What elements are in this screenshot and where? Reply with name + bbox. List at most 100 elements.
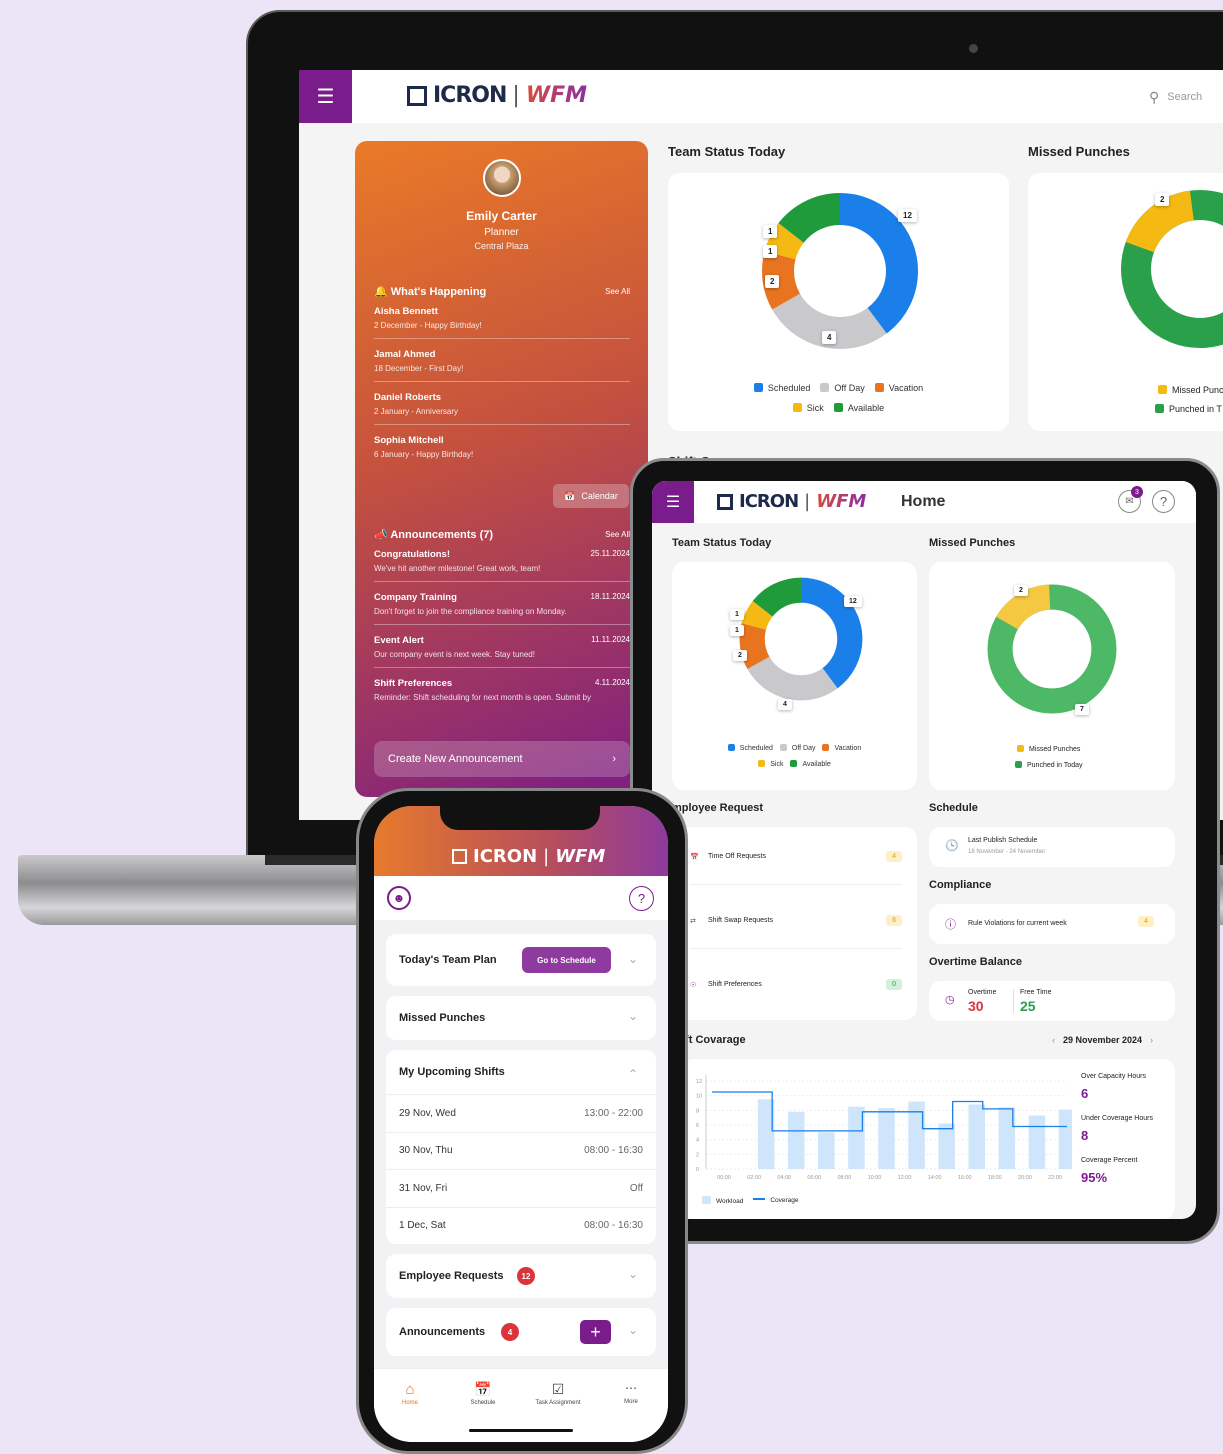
menu-icon[interactable]: ☰ — [299, 70, 352, 123]
compliance-card[interactable]: ⓘ Rule Violations for current week 4 — [929, 904, 1175, 944]
rule-violations-count: 4 — [1138, 916, 1154, 927]
logo-icron-text: ICRON — [473, 846, 538, 867]
menu-icon[interactable]: ☰ — [652, 481, 694, 523]
announcements-card[interactable]: Announcements 4 + ⌄ — [386, 1308, 656, 1356]
logo-wfm-text: WFM — [555, 846, 606, 867]
announcement-date: 18.11.2024 — [590, 592, 630, 601]
donut-label: 4 — [778, 699, 792, 710]
announcement-title: Congratulations! — [374, 549, 450, 560]
legend-label: Vacation — [888, 383, 924, 393]
y-tick-label: 8 — [696, 1108, 699, 1114]
create-announcement-button[interactable]: Create New Announcement › — [374, 741, 630, 777]
announcement-item[interactable]: Event Alert 11.11.2024 Our company event i… — [374, 635, 630, 668]
missed-punches-title: Missed Punches — [1028, 144, 1130, 159]
request-label: Shift Swap Requests — [708, 917, 773, 924]
shift-day: 1 Dec, Sat — [399, 1220, 446, 1232]
calendar-label: Calendar — [581, 491, 618, 501]
legend-label: Workload — [716, 1198, 744, 1205]
legend-label: Missed Punches — [1029, 746, 1081, 753]
announcement-item[interactable]: Company Training 18.11.2024 Don't forget t… — [374, 592, 630, 625]
x-tick-label: 06:00 — [807, 1175, 821, 1181]
shift-time: 13:00 - 22:00 — [584, 1107, 643, 1119]
event-item[interactable]: Aisha Bennett 2 December - Happy Birthday… — [374, 306, 630, 339]
help-icon[interactable]: ? — [1152, 490, 1175, 513]
chevron-down-icon[interactable]: ⌄ — [628, 1267, 638, 1281]
whats-happening-title: What's Happening — [390, 286, 487, 298]
upcoming-shifts-card: My Upcoming Shifts ⌃ 29 Nov, Wed 13:00 - … — [386, 1050, 656, 1244]
event-detail: 18 December - First Day! — [374, 364, 464, 373]
shift-row: 31 Nov, Fri Off — [386, 1169, 656, 1207]
announcements-see-all[interactable]: See All — [605, 530, 630, 539]
home-icon: ⌂ — [405, 1381, 415, 1398]
go-to-schedule-button[interactable]: Go to Schedule — [522, 947, 611, 973]
announcements-badge: 4 — [501, 1323, 519, 1341]
announcement-item[interactable]: Congratulations! 25.11.2024 We've hit anot… — [374, 549, 630, 582]
team-status-legend-row1: Scheduled Off Day Vacation — [668, 383, 1009, 393]
add-announcement-button[interactable]: + — [580, 1320, 611, 1344]
chevron-down-icon[interactable]: ⌄ — [628, 1323, 638, 1337]
legend-label: Punched in Today — [1027, 762, 1083, 769]
employee-requests-card[interactable]: Employee Requests 12 ⌄ — [386, 1254, 656, 1298]
nav-home[interactable]: ⌂ Home — [388, 1381, 432, 1406]
profile-name: Emily Carter — [466, 209, 537, 223]
schedule-title: Schedule — [929, 802, 978, 814]
search-input[interactable]: ⚲ Search — [1149, 84, 1223, 110]
workload-bar — [1058, 1109, 1072, 1169]
shift-coverage-card: 0 2 4 6 8 10 12 00:00 02:00 04:00 06:00 08:00 10:00 1… — [682, 1059, 1175, 1219]
page-title: Home — [901, 493, 946, 510]
announcement-item[interactable]: Shift Preferences 4.11.2024 Reminder: Shif… — [374, 678, 630, 702]
chevron-left-icon[interactable]: ‹ — [1052, 1035, 1055, 1045]
nav-label: More — [624, 1399, 638, 1405]
logo-separator: | — [512, 83, 520, 108]
event-item[interactable]: Sophia Mitchell 6 January - Happy Birthda… — [374, 435, 630, 459]
shift-row: 1 Dec, Sat 08:00 - 16:30 — [386, 1206, 656, 1245]
missed-punches-card: 2 Missed Punc Punched in T — [1028, 173, 1223, 431]
last-publish-card[interactable]: 🕓 Last Publish Schedule 18 November - 24… — [929, 827, 1175, 867]
shift-coverage-chart: 0 2 4 6 8 10 12 00:00 02:00 04:00 06:00 08:00 10:00 1… — [696, 1075, 1072, 1181]
employee-request-title: mployee Request — [672, 802, 764, 814]
notification-icon[interactable]: ✉ 3 — [1118, 486, 1143, 513]
nav-schedule[interactable]: 📅 Schedule — [457, 1381, 509, 1406]
announcement-title: Event Alert — [374, 635, 424, 646]
stat-value: 6 — [1081, 1086, 1089, 1101]
calendar-icon: 📅 — [690, 853, 699, 861]
calendar-button[interactable]: 📅 Calendar — [553, 484, 629, 508]
announcement-title: Company Training — [374, 592, 457, 603]
request-row-shift-swap[interactable]: ⇄ Shift Swap Requests 6 — [690, 915, 902, 949]
chevron-up-icon[interactable]: ⌃ — [628, 1067, 638, 1081]
profile-icon[interactable]: ☻ — [387, 886, 411, 910]
home-indicator — [469, 1429, 573, 1432]
overtime-card: ◷ Overtime 30 Free Time 25 — [929, 981, 1175, 1021]
missed-punches-title: Missed Punches — [929, 537, 1016, 549]
stat-label: Under Coverage Hours — [1081, 1115, 1153, 1122]
donut-label: 4 — [822, 331, 837, 344]
request-row-shift-preferences[interactable]: ☉ Shift Preferences 0 — [690, 979, 902, 990]
tablet-topbar: ☰ ICRON | WFM Home ✉ 3 ? — [652, 481, 1196, 523]
missed-punches-title: Missed Punches — [399, 1012, 486, 1024]
see-all-link[interactable]: See All — [605, 287, 630, 296]
event-item[interactable]: Jamal Ahmed 18 December - First Day! — [374, 349, 630, 382]
nav-more[interactable]: ⋯ More — [614, 1381, 648, 1405]
nav-task-assignment[interactable]: ☑ Task Assignment — [522, 1381, 594, 1406]
request-label: Shift Preferences — [708, 981, 762, 988]
last-publish-range: 18 November - 24 November — [968, 849, 1046, 855]
help-icon[interactable]: ? — [629, 886, 654, 911]
team-plan-card[interactable]: Today's Team Plan Go to Schedule ⌄ — [386, 934, 656, 986]
chevron-down-icon[interactable]: ⌄ — [628, 952, 638, 966]
coverage-stats: Over Capacity Hours 6 Under Coverage Hou… — [1081, 1073, 1153, 1185]
chevron-right-icon[interactable]: › — [1150, 1035, 1153, 1045]
logo-wfm-text: WFM — [816, 491, 867, 512]
missed-punches-card[interactable]: Missed Punches ⌄ — [386, 996, 656, 1040]
app-logo: ICRON | WFM — [717, 491, 866, 512]
upcoming-shifts-title: My Upcoming Shifts — [399, 1066, 505, 1078]
warning-icon: ⓘ — [945, 919, 956, 931]
request-row-time-off[interactable]: 📅 Time Off Requests 4 — [690, 851, 902, 885]
team-status-legend-row1: Scheduled Off Day Vacation — [672, 744, 917, 752]
employee-request-card: 📅 Time Off Requests 4 ⇄ Shift Swap Reque… — [672, 827, 917, 1020]
legend-label: Sick — [770, 761, 784, 768]
event-detail: 6 January - Happy Birthday! — [374, 450, 474, 459]
chevron-down-icon[interactable]: ⌄ — [628, 1009, 638, 1023]
legend-label: Available — [847, 403, 885, 413]
shift-day: 29 Nov, Wed — [399, 1107, 456, 1119]
event-item[interactable]: Daniel Roberts 2 January - Anniversary — [374, 392, 630, 425]
